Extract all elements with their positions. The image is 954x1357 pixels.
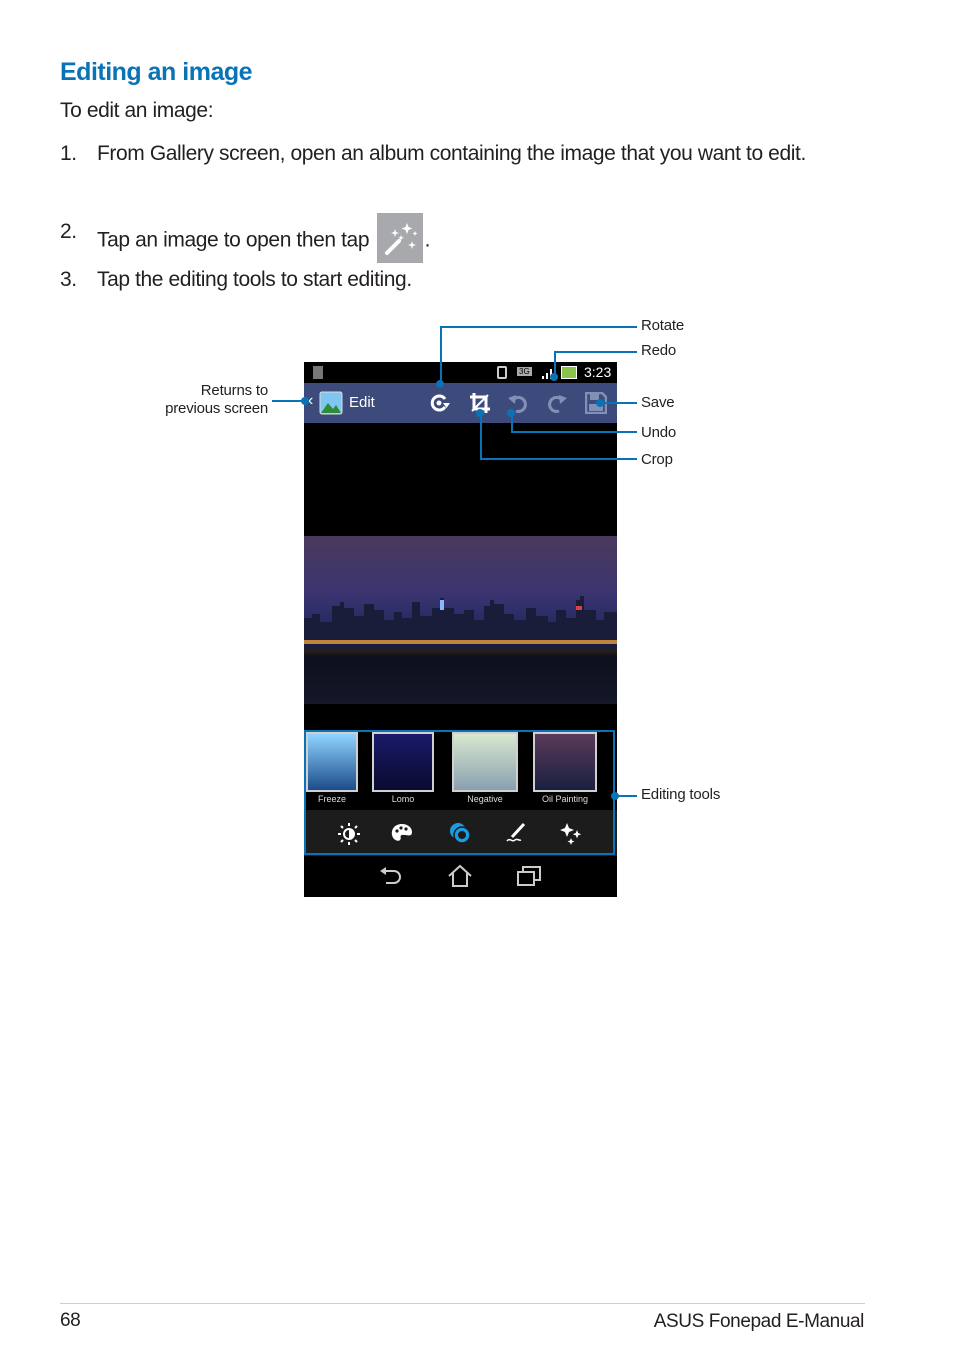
step-text: Tap an image to open then tap — [97, 228, 370, 252]
status-bar: 3G 3:23 — [304, 362, 617, 383]
callout-dot — [476, 409, 484, 417]
recent-apps-icon[interactable] — [516, 865, 542, 887]
step-number: 1. — [60, 142, 77, 165]
battery-charging-icon — [561, 366, 577, 379]
save-callout: Save — [641, 394, 675, 411]
undo-callout: Undo — [641, 424, 677, 441]
intro-text: To edit an image: — [60, 99, 214, 122]
section-heading: Editing an image — [60, 58, 253, 86]
manual-title: ASUS Fonepad E-Manual — [653, 1311, 865, 1332]
crop-callout: Crop — [641, 451, 673, 468]
home-icon[interactable] — [447, 864, 473, 888]
redo-callout: Redo — [641, 342, 677, 359]
gallery-app-icon[interactable] — [319, 391, 343, 415]
footer-divider — [60, 1303, 865, 1304]
callout-dot — [596, 399, 604, 407]
action-bar: ‹ Edit — [304, 383, 617, 423]
sd-card-icon — [313, 366, 323, 379]
step-2: 2. Tap an image to open then tap . — [60, 213, 860, 263]
edited-photo — [304, 536, 617, 704]
undo-callout-line — [511, 431, 637, 433]
vibrate-icon — [497, 366, 507, 379]
rotate-callout-line — [440, 326, 442, 384]
callout-dot — [436, 380, 444, 388]
redo-button[interactable] — [546, 392, 568, 414]
crop-callout-line — [480, 458, 637, 460]
magic-wand-icon — [376, 213, 423, 263]
rotate-callout: Rotate — [641, 317, 684, 334]
step-number: 2. — [60, 220, 77, 243]
step-text: From Gallery screen, open an album conta… — [97, 142, 806, 165]
rotate-button[interactable] — [428, 393, 452, 413]
callout-dot — [550, 373, 558, 381]
status-time: 3:23 — [584, 364, 612, 380]
network-type: 3G — [517, 367, 532, 376]
returns-callout: Returns to previous screen — [165, 382, 268, 417]
actionbar-title: Edit — [349, 394, 375, 411]
city-skyline-image — [304, 596, 617, 650]
save-callout-line — [600, 402, 637, 404]
navigation-bar — [304, 856, 617, 897]
step-3: 3. Tap the editing tools to start editin… — [60, 264, 860, 295]
editing-tools-highlight — [304, 730, 615, 855]
crop-callout-line — [480, 412, 482, 460]
callout-dot — [301, 397, 309, 405]
step-1: 1. From Gallery screen, open an album co… — [60, 138, 860, 200]
callout-dot — [507, 409, 515, 417]
editing-tools-callout: Editing tools — [641, 786, 721, 803]
callout-dot — [611, 792, 619, 800]
redo-callout-line — [554, 351, 637, 353]
back-icon[interactable] — [378, 866, 402, 886]
step-number: 3. — [60, 268, 77, 291]
rotate-callout-line — [440, 326, 637, 328]
step-text: Tap the editing tools to start editing. — [97, 268, 412, 291]
page-number: 68 — [60, 1310, 81, 1331]
